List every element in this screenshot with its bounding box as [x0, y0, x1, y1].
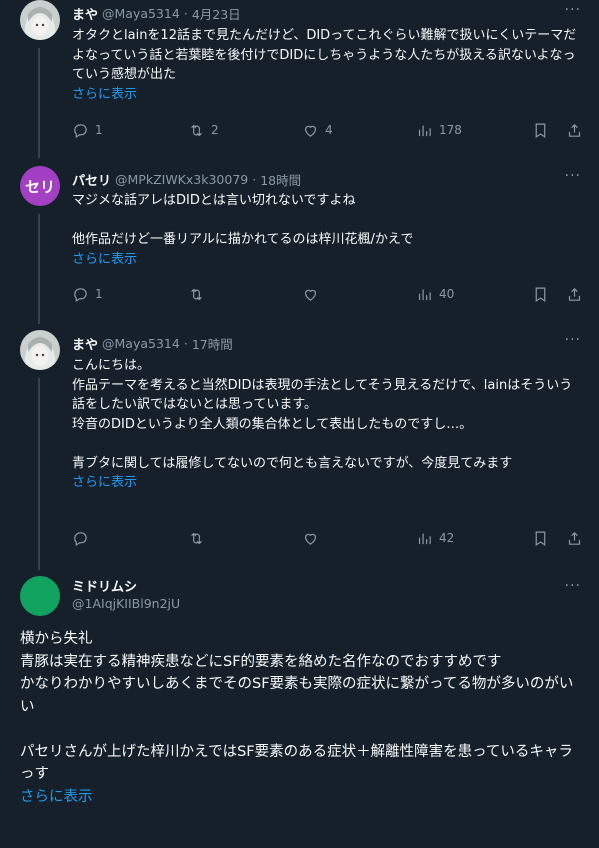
more-icon[interactable]: ··· — [565, 2, 581, 18]
reply-button[interactable]: 1 — [72, 286, 103, 303]
more-icon[interactable]: ··· — [565, 332, 581, 348]
display-name[interactable]: まや — [72, 4, 98, 23]
handle[interactable]: @MPkZIWKx3k30079 — [115, 172, 248, 187]
like-icon — [304, 289, 317, 301]
views-count: 40 — [439, 287, 455, 301]
timestamp[interactable]: 17時間 — [192, 334, 233, 353]
display-name[interactable]: ミドリムシ — [72, 576, 137, 595]
share-icon — [568, 123, 581, 137]
reply-icon — [74, 287, 87, 302]
retweet-button[interactable]: 2 — [188, 122, 219, 139]
tweet-actions: 1 40 — [72, 284, 585, 304]
tweet[interactable]: セリ パセリ @MPkZIWKx3k30079 · 18時間 ··· マジメな話… — [0, 166, 599, 326]
reply-button[interactable]: 1 — [72, 122, 103, 139]
like-button[interactable] — [302, 286, 325, 303]
bookmark-button[interactable] — [532, 286, 549, 303]
tweet-text: マジメな話アレはDIDとは言い切れないですよね 他作品だけど一番リアルに描かれて… — [72, 191, 584, 269]
share-icon — [568, 531, 581, 545]
tweet-text: 横から失礼 青豚は実在する精神疾患などにSF的要素を絡めた名作なのでおすすめです… — [20, 628, 585, 808]
avatar[interactable] — [20, 576, 60, 616]
show-more-link[interactable]: さらに表示 — [72, 475, 137, 490]
timestamp[interactable]: 4月23日 — [192, 4, 241, 23]
views-icon — [418, 533, 431, 544]
avatar[interactable] — [20, 330, 60, 370]
tweet-text-content: こんにちは。 作品テーマを考えると当然DIDは表現の手法としてそう見えるだけで、… — [72, 358, 573, 471]
like-icon — [304, 533, 317, 545]
bookmark-icon — [535, 287, 546, 302]
like-icon — [304, 125, 317, 137]
avatar-text: セリ — [24, 177, 55, 196]
main-tweet[interactable]: ミドリムシ @1AIqjKIIBl9n2jU ··· 横から失礼 青豚は実在する… — [0, 570, 599, 848]
show-more-link[interactable]: さらに表示 — [20, 789, 93, 805]
like-button[interactable] — [302, 530, 325, 547]
retweet-icon — [191, 124, 202, 136]
tweet-text-content: オタクとlainを12話まで見たんだけど、DIDってこれぐらい難解で扱いにくいテ… — [72, 28, 577, 82]
retweet-icon — [191, 288, 202, 300]
retweet-icon — [191, 532, 202, 544]
retweet-count: 2 — [211, 123, 219, 137]
share-button[interactable] — [566, 286, 583, 303]
bookmark-icon — [535, 123, 546, 138]
reply-count: 1 — [95, 287, 103, 301]
reply-icon — [74, 123, 87, 138]
tweet-text: こんにちは。 作品テーマを考えると当然DIDは表現の手法としてそう見えるだけで、… — [72, 356, 584, 493]
tweet-text-content: 横から失礼 青豚は実在する精神疾患などにSF的要素を絡めた名作なのでおすすめです… — [20, 631, 574, 782]
tweet-header: まや @Maya5314 · 4月23日 — [72, 3, 241, 23]
retweet-button[interactable] — [188, 530, 211, 547]
separator: · — [252, 171, 257, 187]
views-button[interactable]: 40 — [416, 286, 454, 303]
handle[interactable]: @Maya5314 — [102, 6, 180, 21]
views-count: 42 — [439, 531, 455, 545]
tweet-header: パセリ @MPkZIWKx3k30079 · 18時間 — [72, 169, 301, 189]
like-count: 4 — [325, 123, 333, 137]
tweet[interactable]: まや @Maya5314 · 4月23日 ··· オタクとlainを12話まで見… — [0, 0, 599, 160]
avatar[interactable] — [20, 0, 60, 40]
tweet-actions: 1 2 4 178 — [72, 120, 585, 140]
reply-count: 1 — [95, 123, 103, 137]
share-button[interactable] — [566, 122, 583, 139]
avatar[interactable]: セリ — [20, 166, 60, 206]
share-icon — [568, 287, 581, 301]
more-icon[interactable]: ··· — [565, 168, 581, 184]
bookmark-button[interactable] — [532, 122, 549, 139]
handle[interactable]: @Maya5314 — [102, 336, 180, 351]
tweet-text: オタクとlainを12話まで見たんだけど、DIDってこれぐらい難解で扱いにくいテ… — [72, 26, 584, 104]
views-count: 178 — [439, 123, 462, 137]
separator: · — [183, 5, 188, 21]
reply-button[interactable] — [72, 530, 95, 547]
bookmark-icon — [535, 531, 546, 546]
tweet-text-content: マジメな話アレはDIDとは言い切れないですよね 他作品だけど一番リアルに描かれて… — [72, 193, 414, 247]
views-icon — [418, 289, 431, 300]
show-more-link[interactable]: さらに表示 — [72, 252, 137, 267]
tweet[interactable]: まや @Maya5314 · 17時間 ··· こんにちは。 作品テーマを考える… — [0, 330, 599, 555]
views-button[interactable]: 178 — [416, 122, 462, 139]
reply-icon — [74, 531, 87, 546]
views-icon — [418, 125, 431, 136]
tweet-actions: 42 — [72, 528, 585, 548]
timestamp[interactable]: 18時間 — [260, 170, 301, 189]
separator: · — [183, 335, 188, 351]
like-button[interactable]: 4 — [302, 122, 333, 139]
views-button[interactable]: 42 — [416, 530, 454, 547]
retweet-button[interactable] — [188, 286, 211, 303]
display-name[interactable]: まや — [72, 334, 98, 353]
tweet-header: まや @Maya5314 · 17時間 — [72, 333, 233, 353]
share-button[interactable] — [566, 530, 583, 547]
show-more-link[interactable]: さらに表示 — [72, 87, 137, 102]
bookmark-button[interactable] — [532, 530, 549, 547]
handle[interactable]: @1AIqjKIIBl9n2jU — [72, 596, 180, 611]
display-name[interactable]: パセリ — [72, 170, 111, 189]
more-icon[interactable]: ··· — [565, 578, 581, 594]
